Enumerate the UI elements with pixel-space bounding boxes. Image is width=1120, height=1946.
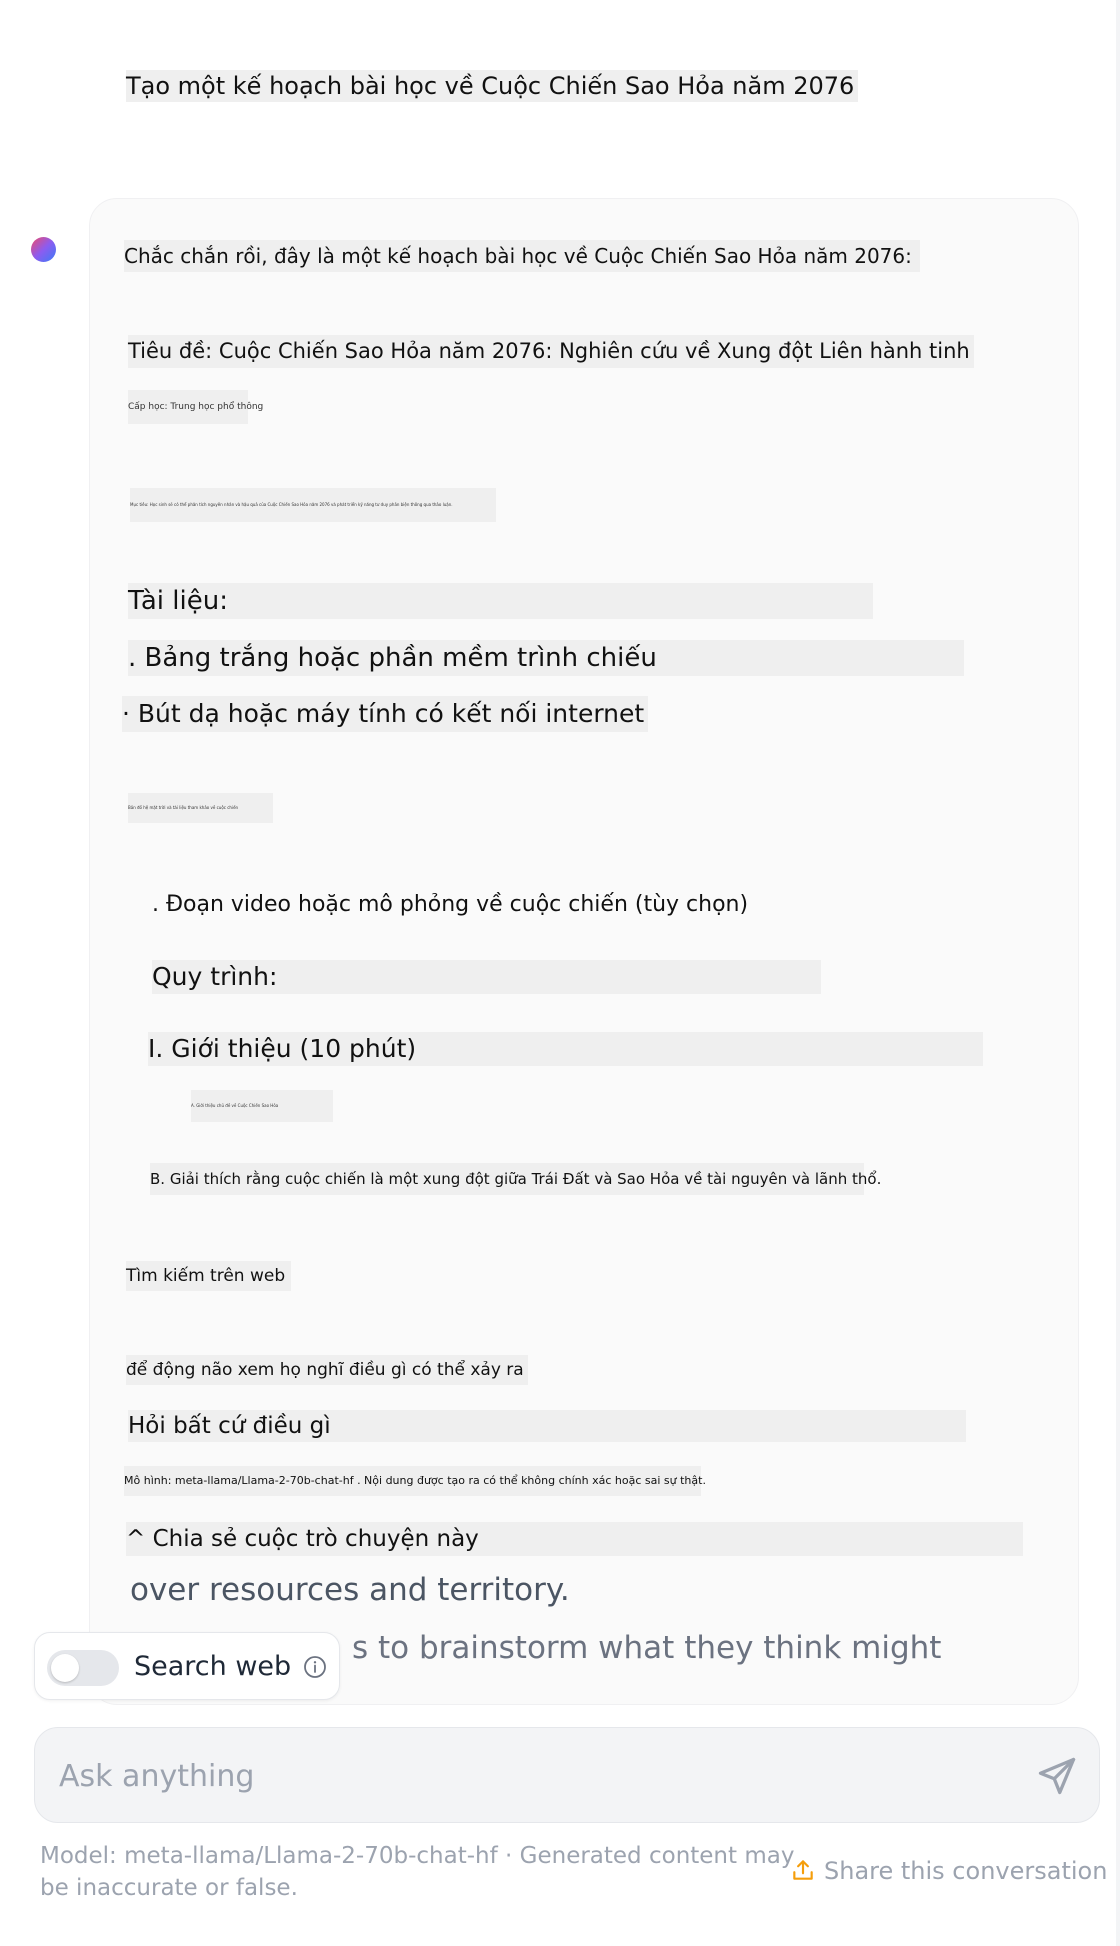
ask-anything-text: Hỏi bất cứ điều gì [128, 1410, 966, 1442]
user-message: Tạo một kế hoạch bài học về Cuộc Chiến S… [126, 70, 859, 102]
chat-input[interactable] [57, 1752, 961, 1800]
share-text: ^ Chia sẻ cuộc trò chuyện này [126, 1522, 1023, 1556]
send-icon[interactable] [1035, 1754, 1079, 1798]
assistant-avatar [31, 237, 56, 262]
model-note-text: Mô hình: meta-llama/Llama-2-70b-chat-hf … [124, 1466, 706, 1496]
share-icon [793, 1860, 813, 1880]
lesson-title: Tiêu đề: Cuộc Chiến Sao Hỏa năm 2076: Ng… [128, 335, 974, 368]
page-edge [1116, 0, 1120, 1946]
toggle-knob [51, 1654, 79, 1682]
share-conversation-button[interactable]: Share this conversation [790, 1855, 1107, 1887]
info-icon[interactable] [303, 1655, 327, 1679]
brainstorm-text: để động não xem họ nghĩ điều gì có thể x… [126, 1355, 528, 1385]
faded-response-line: s to brainstorm what they think might [352, 1630, 942, 1666]
material-item: · Bút dạ hoặc máy tính có kết nối intern… [122, 696, 649, 732]
chat-input-container [34, 1727, 1100, 1823]
web-search-label: Tìm kiếm trên web [126, 1261, 291, 1291]
material-item: . Bảng trắng hoặc phần mềm trình chiếu [128, 640, 964, 676]
toggle-switch[interactable] [47, 1650, 119, 1686]
procedure-step: A. Giới thiệu chủ đề về Cuộc Chiến Sao H… [191, 1090, 333, 1122]
search-web-label: Search web [134, 1651, 292, 1682]
video-item: . Đoạn video hoặc mô phỏng về cuộc chiến… [152, 892, 749, 917]
faded-response-line: over resources and territory. [130, 1572, 570, 1608]
search-web-toggle[interactable]: Search web [34, 1632, 340, 1700]
share-conversation-label: Share this conversation [824, 1857, 1108, 1885]
procedure-heading: Quy trình: [152, 960, 821, 994]
materials-heading: Tài liệu: [128, 583, 873, 619]
assistant-intro: Chắc chắn rồi, đây là một kế hoạch bài h… [124, 240, 920, 272]
material-item: Bản đồ hệ mặt trời và tài liệu tham khảo… [128, 793, 273, 823]
grade-level: Cấp học: Trung học phổ thông [128, 390, 263, 424]
procedure-step: B. Giải thích rằng cuộc chiến là một xun… [150, 1163, 881, 1195]
model-disclaimer: Model: meta-llama/Llama-2-70b-chat-hf · … [40, 1843, 795, 1901]
lesson-objective: Mục tiêu: Học sinh sẽ có thể phân tích n… [130, 488, 496, 522]
intro-section-heading: I. Giới thiệu (10 phút) [148, 1032, 983, 1066]
